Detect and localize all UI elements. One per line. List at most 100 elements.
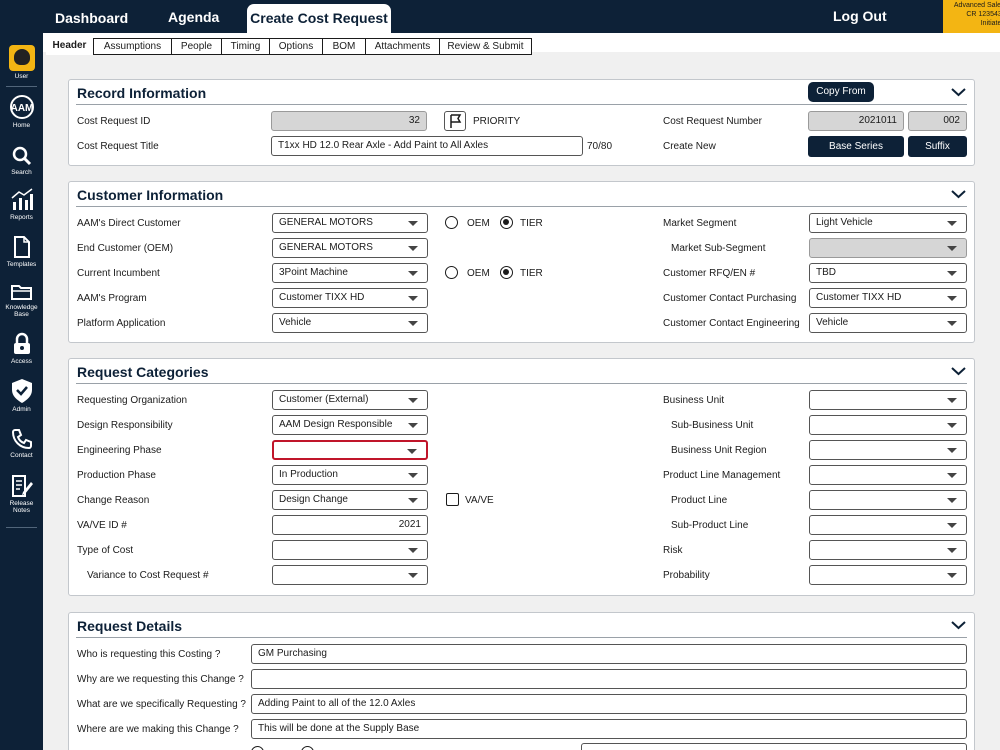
nav-dashboard[interactable]: Dashboard (55, 10, 128, 26)
collapse-chevron-icon[interactable] (951, 620, 966, 630)
direct-customer-tier-radio[interactable] (500, 216, 513, 229)
aam-program-select[interactable]: Customer TIXX HD (272, 288, 428, 308)
sidebar-item-contact[interactable]: Contact (0, 428, 43, 459)
sidebar-item-admin[interactable]: Admin (0, 378, 43, 413)
why-requesting-input[interactable] (251, 669, 967, 689)
vave-id-label: VA/VE ID # (77, 520, 127, 531)
variance-select[interactable] (272, 565, 428, 585)
create-new-label: Create New (663, 141, 716, 152)
details-radio-2[interactable] (301, 746, 314, 750)
vave-checkbox[interactable] (446, 493, 459, 506)
subtab-people[interactable]: People (172, 38, 222, 55)
base-series-button[interactable]: Base Series (808, 136, 904, 157)
subtab-timing[interactable]: Timing (222, 38, 270, 55)
incumbent-tier-radio[interactable] (500, 266, 513, 279)
sidebar-item-access[interactable]: Access (0, 332, 43, 365)
card-divider (76, 383, 967, 384)
nav-agenda[interactable]: Agenda (168, 9, 219, 25)
what-requesting-label: What are we specifically Requesting ? (77, 699, 246, 710)
caret-down-icon (947, 448, 957, 453)
home-label: Home (12, 122, 31, 129)
customer-rfq-value: TBD (816, 267, 836, 278)
product-line-label: Product Line (671, 495, 728, 506)
suffix-button[interactable]: Suffix (908, 136, 967, 157)
business-unit-region-select[interactable] (809, 440, 967, 460)
where-change-input[interactable]: This will be done at the Supply Base (251, 719, 967, 739)
design-responsibility-value: AAM Design Responsible (279, 419, 393, 430)
business-unit-select[interactable] (809, 390, 967, 410)
knowledge-label-2: Base (14, 311, 29, 318)
nav-create-cost-request[interactable]: Create Cost Request (247, 4, 391, 33)
probability-label: Probability (663, 570, 710, 581)
market-sub-segment-select[interactable] (809, 238, 967, 258)
what-requesting-input[interactable]: Adding Paint to all of the 12.0 Axles (251, 694, 967, 714)
caret-down-icon (408, 271, 418, 276)
subtab-options[interactable]: Options (270, 38, 323, 55)
subtab-header[interactable]: Header (46, 38, 94, 55)
caret-down-icon (408, 473, 418, 478)
priority-flag-button[interactable] (444, 111, 466, 131)
contact-engineering-select[interactable]: Vehicle (809, 313, 967, 333)
who-requesting-label: Who is requesting this Costing ? (77, 649, 221, 660)
subtab-bom[interactable]: BOM (323, 38, 366, 55)
caret-down-icon (947, 548, 957, 553)
who-requesting-input[interactable]: GM Purchasing (251, 644, 967, 664)
sidebar-item-home[interactable]: AAM Home (0, 94, 43, 129)
change-reason-select[interactable]: Design Change (272, 490, 428, 510)
incumbent-oem-radio[interactable] (445, 266, 458, 279)
business-unit-region-label: Business Unit Region (671, 445, 767, 456)
record-information-card: Record Information Copy From Cost Reques… (68, 79, 975, 166)
platform-application-select[interactable]: Vehicle (272, 313, 428, 333)
details-radio-1[interactable] (251, 746, 264, 750)
requesting-organization-select[interactable]: Customer (External) (272, 390, 428, 410)
risk-select[interactable] (809, 540, 967, 560)
release-line-3: Initiated (980, 20, 1000, 27)
sidebar-item-templates[interactable]: Templates (0, 235, 43, 268)
probability-select[interactable] (809, 565, 967, 585)
vave-id-input[interactable]: 2021 (272, 515, 428, 535)
contact-purchasing-select[interactable]: Customer TIXX HD (809, 288, 967, 308)
contact-engineering-label: Customer Contact Engineering (663, 318, 800, 329)
sub-business-unit-select[interactable] (809, 415, 967, 435)
customer-rfq-select[interactable]: TBD (809, 263, 967, 283)
platform-application-label: Platform Application (77, 318, 166, 329)
customer-rfq-label: Customer RFQ/EN # (663, 268, 756, 279)
design-responsibility-select[interactable]: AAM Design Responsible (272, 415, 428, 435)
logout-button[interactable]: Log Out (833, 8, 887, 24)
user-avatar[interactable]: User (0, 45, 43, 80)
svg-text:AAM: AAM (10, 103, 33, 114)
direct-customer-oem-radio[interactable] (445, 216, 458, 229)
caret-down-icon (947, 296, 957, 301)
end-customer-select[interactable]: GENERAL MOTORS (272, 238, 428, 258)
product-line-select[interactable] (809, 490, 967, 510)
copy-from-button[interactable]: Copy From (808, 82, 874, 102)
type-of-cost-select[interactable] (272, 540, 428, 560)
direct-customer-value: GENERAL MOTORS (279, 217, 373, 228)
product-line-management-select[interactable] (809, 465, 967, 485)
direct-customer-select[interactable]: GENERAL MOTORS (272, 213, 428, 233)
sidebar-item-release-notes[interactable]: Release Notes (0, 474, 43, 514)
subtab-review-submit[interactable]: Review & Submit (440, 38, 532, 55)
current-incumbent-select[interactable]: 3Point Machine (272, 263, 428, 283)
caret-down-icon (408, 246, 418, 251)
production-phase-select[interactable]: In Production (272, 465, 428, 485)
request-details-card: Request Details Who is requesting this C… (68, 612, 975, 750)
collapse-chevron-icon[interactable] (951, 189, 966, 199)
sidebar-item-knowledge-base[interactable]: Knowledge Base (0, 282, 43, 318)
collapse-chevron-icon[interactable] (951, 366, 966, 376)
subtab-assumptions[interactable]: Assumptions (94, 38, 172, 55)
details-extra-input[interactable] (581, 743, 967, 750)
engineering-phase-select[interactable] (272, 440, 428, 460)
market-sub-segment-label: Market Sub-Segment (671, 243, 766, 254)
cost-request-title-input[interactable]: T1xx HD 12.0 Rear Axle - Add Paint to Al… (271, 136, 583, 156)
subtab-attachments[interactable]: Attachments (366, 38, 440, 55)
sidebar-item-search[interactable]: Search (0, 145, 43, 176)
sidebar-item-reports[interactable]: Reports (0, 188, 43, 221)
production-phase-label: Production Phase (77, 470, 156, 481)
caret-down-icon (947, 321, 957, 326)
collapse-chevron-icon[interactable] (951, 87, 966, 97)
lock-icon (13, 332, 30, 354)
market-segment-select[interactable]: Light Vehicle (809, 213, 967, 233)
sidebar-divider-bottom (6, 527, 37, 528)
sub-product-line-select[interactable] (809, 515, 967, 535)
